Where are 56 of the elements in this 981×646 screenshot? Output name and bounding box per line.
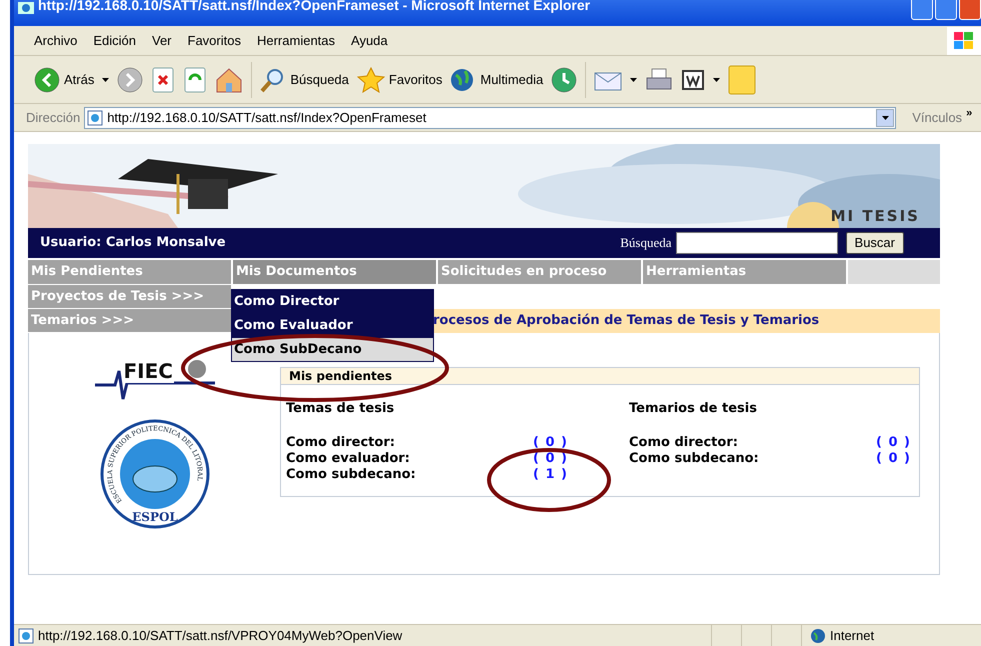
globe-icon [810, 628, 826, 644]
group-title: Temas de tesis [286, 400, 396, 418]
row-label: Como director: [286, 434, 395, 450]
dropdown-button[interactable] [876, 108, 894, 126]
group-title: Temarios de tesis [629, 400, 758, 418]
search-button[interactable]: Búsqueda [260, 66, 349, 92]
page-icon [18, 628, 34, 644]
refresh-icon[interactable] [183, 66, 208, 92]
search-field[interactable] [676, 232, 838, 254]
caret-icon[interactable] [102, 78, 110, 82]
menu-item[interactable]: Ayuda [351, 30, 388, 50]
row-label: Como subdecano: [629, 450, 759, 466]
count-link[interactable]: ( 1 ) [533, 466, 568, 482]
count-link[interactable]: ( 0 ) [533, 450, 568, 466]
caret-icon[interactable] [713, 78, 720, 82]
links-label[interactable]: Vínculos [912, 108, 962, 128]
chevron-icon[interactable]: » [966, 105, 972, 122]
document-icon[interactable] [681, 68, 706, 90]
star-icon [356, 66, 385, 92]
address-label: Dirección [26, 108, 80, 127]
count-link[interactable]: ( 0 ) [533, 434, 568, 450]
menu-item[interactable]: Archivo [34, 30, 78, 50]
page-icon [87, 110, 104, 126]
minimize-button[interactable] [911, 0, 933, 20]
address-field[interactable]: http://192.168.0.10/SATT/satt.nsf/Index?OpenFrameset [84, 106, 896, 128]
fiec-logo: FIEC [94, 357, 214, 407]
status-text: http://192.168.0.10/SATT/satt.nsf/VPROY04MyWeb?OpenView [38, 626, 402, 645]
menu-item[interactable]: Favoritos [188, 30, 241, 50]
close-button[interactable] [959, 0, 981, 20]
zone-label: Internet [830, 626, 874, 645]
favorites-button[interactable]: Favoritos [356, 66, 442, 92]
row-label: Como subdecano: [286, 466, 416, 482]
count-link[interactable]: ( 0 ) [876, 450, 911, 466]
home-icon[interactable] [215, 66, 244, 92]
window-title: http://192.168.0.10/SATT/satt.nsf/Index?OpenFrameset - Microsoft Internet Explorer [38, 0, 590, 12]
printer-icon[interactable] [645, 66, 674, 92]
caret-icon[interactable] [630, 78, 638, 82]
windows-logo-icon [947, 26, 981, 54]
maximize-button[interactable] [935, 0, 957, 20]
menu-item[interactable]: Herramientas [256, 30, 336, 50]
brand-title: MI TESIS [830, 206, 920, 226]
back-button[interactable]: Atrás [34, 66, 94, 92]
browser-icon [18, 2, 34, 14]
search-button[interactable]: Buscar [846, 232, 904, 254]
row-label: Como evaluador: [286, 450, 410, 466]
menu-item[interactable]: Ver [152, 30, 172, 50]
media-button[interactable]: Multimedia [450, 66, 544, 92]
user-name: Usuario: Carlos Monsalve [40, 234, 226, 252]
stop-icon[interactable] [151, 66, 176, 92]
caret-icon[interactable] [882, 116, 889, 120]
row-label: Como director: [629, 434, 738, 450]
search-label: Búsqueda [620, 234, 672, 252]
count-link[interactable]: ( 0 ) [876, 434, 911, 450]
history-icon[interactable] [551, 66, 578, 92]
panel-header: Mis pendientes [281, 368, 919, 385]
menu-item[interactable]: Edición [93, 30, 136, 50]
